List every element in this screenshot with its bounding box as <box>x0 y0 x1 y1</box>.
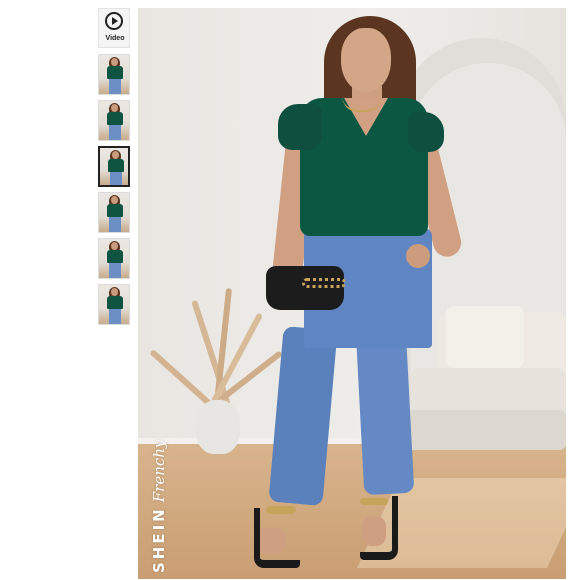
brand-watermark: SHEIN Frenchy <box>150 440 169 573</box>
sandal-left <box>254 508 300 568</box>
play-icon <box>105 12 123 30</box>
thumbnail-3-selected[interactable] <box>98 146 130 187</box>
thumbnail-4[interactable] <box>98 192 130 233</box>
thumbnail-5[interactable] <box>98 238 130 279</box>
watermark-sub: Frenchy <box>150 439 168 503</box>
main-product-image[interactable]: SHEIN Frenchy <box>138 8 566 579</box>
clutch-bag <box>266 266 344 310</box>
thumbnail-2[interactable] <box>98 100 130 141</box>
video-label: Video <box>105 35 125 42</box>
vase <box>196 400 240 454</box>
sandal-right <box>360 496 398 560</box>
watermark-brand: SHEIN <box>150 506 168 573</box>
thumbnail-6[interactable] <box>98 284 130 325</box>
thumbnail-1[interactable] <box>98 54 130 95</box>
product-gallery: Video SHEINFrenchy <box>0 0 580 580</box>
video-thumbnail[interactable]: Video <box>98 8 130 48</box>
